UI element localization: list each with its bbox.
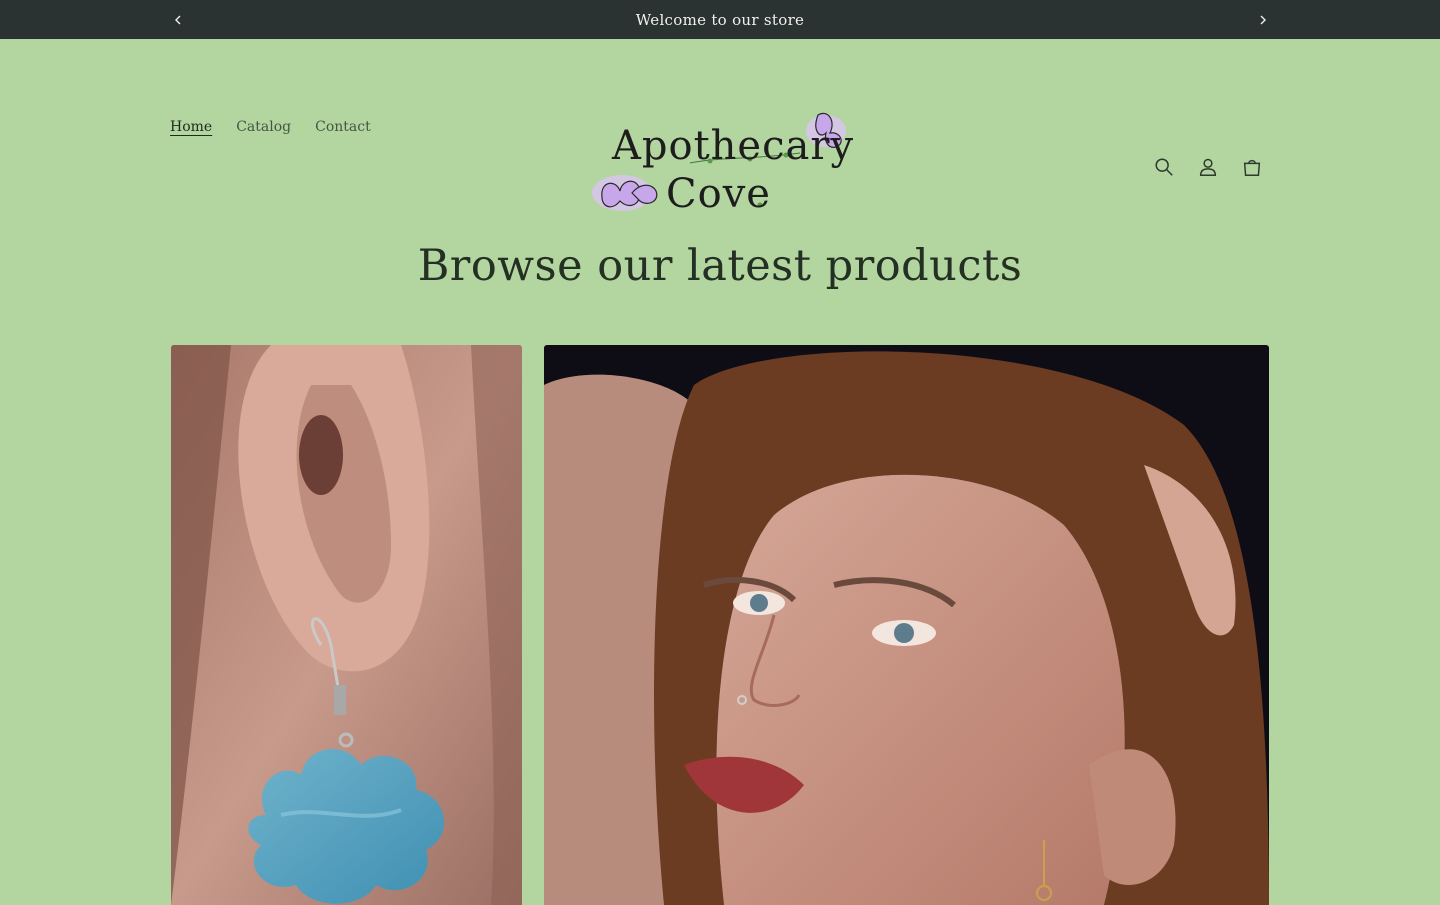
nav-link-catalog[interactable]: Catalog [224,115,303,139]
logo-text-line2: Cove [666,171,771,217]
account-icon [1199,158,1217,176]
nav-link-home[interactable]: Home [158,115,224,139]
announcement-bar: Welcome to our store [0,0,1440,39]
product-image-ear-earring [171,345,522,905]
main-nav: Home Catalog Contact [158,115,383,139]
announcement-text: Welcome to our store [635,10,805,29]
product-image-portrait [544,345,1269,905]
next-announcement-button[interactable] [1248,0,1278,39]
prev-announcement-button[interactable] [163,0,193,39]
store-logo[interactable]: Apothecary Cove [590,101,860,225]
cart-icon [1243,159,1261,176]
account-button[interactable] [1186,145,1230,189]
chevron-right-icon [1260,15,1266,24]
product-card[interactable] [171,345,522,905]
header-icons [1142,145,1274,189]
search-icon [1155,158,1173,176]
site-header: Home Catalog Contact Apothecary Cove [0,39,1440,217]
search-button[interactable] [1142,145,1186,189]
logo-text-line1: Apothecary [612,123,855,169]
product-card[interactable] [544,345,1269,905]
section-heading: Browse our latest products [417,241,1023,291]
cart-button[interactable] [1230,145,1274,189]
nav-link-contact[interactable]: Contact [303,115,383,139]
chevron-left-icon [175,15,181,24]
